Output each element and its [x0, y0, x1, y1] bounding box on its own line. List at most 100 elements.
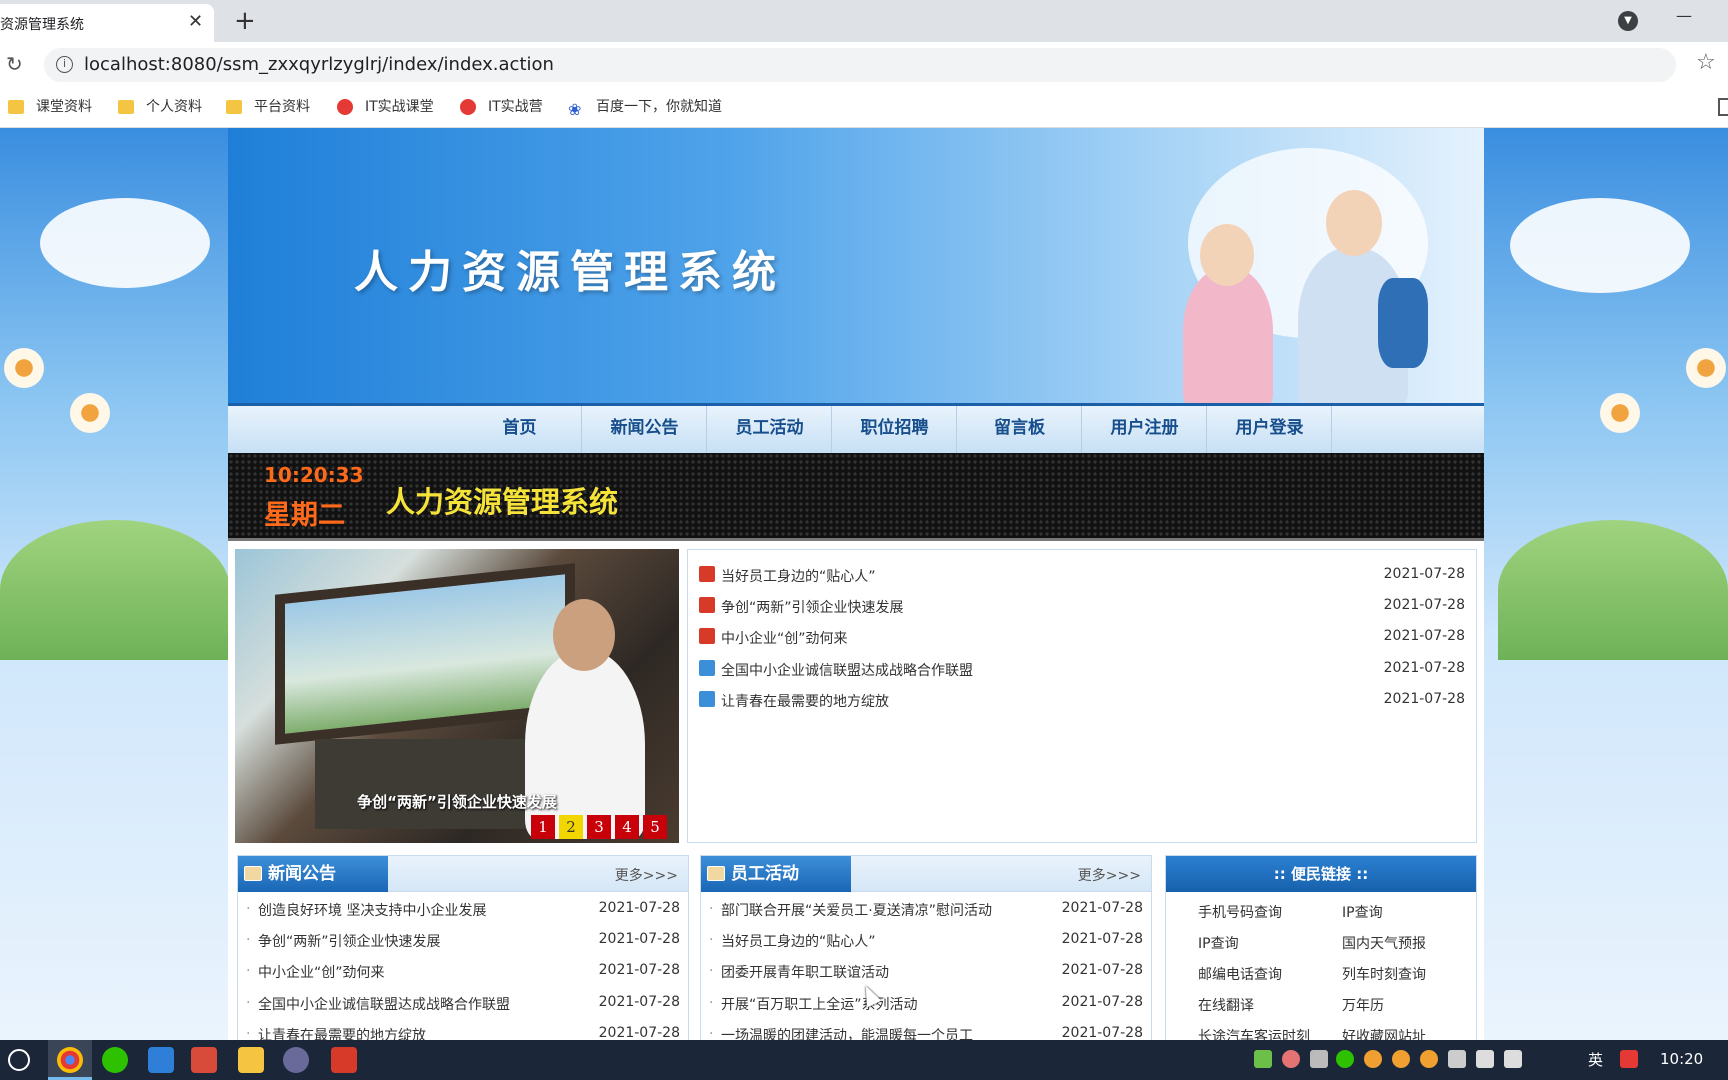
bookmark-item[interactable]: 个人资料: [118, 96, 202, 120]
activity-more-link[interactable]: 更多>>>: [1078, 865, 1141, 885]
list-item-title[interactable]: 一场温暖的团建活动，能温暖每一个员工: [721, 1025, 973, 1040]
tray-network-icon[interactable]: [1504, 1050, 1522, 1068]
list-item[interactable]: · 让青春在最需要的地方绽放 2021-07-28: [246, 1023, 680, 1040]
list-item[interactable]: · 部门联合开展“关爱员工·夏送清凉”慰问活动 2021-07-28: [709, 898, 1143, 922]
start-button[interactable]: [8, 1049, 30, 1071]
list-item-title[interactable]: 开展“百万职工上全运”系列活动: [721, 994, 918, 1014]
slider-page-button[interactable]: 4: [615, 815, 639, 839]
nav-login[interactable]: 用户登录: [1208, 406, 1332, 453]
slider-page-button[interactable]: 1: [531, 815, 555, 839]
tray-mic-icon[interactable]: [1310, 1050, 1328, 1068]
tray-battery-icon[interactable]: [1254, 1050, 1272, 1068]
nav-news[interactable]: 新闻公告: [583, 406, 707, 453]
minimize-icon[interactable]: —: [1676, 6, 1692, 25]
link-item[interactable]: 手机号码查询: [1198, 902, 1282, 922]
link-item[interactable]: 在线翻译: [1198, 995, 1254, 1015]
image-slider[interactable]: 争创“两新”引领企业快速发展 12345: [235, 549, 679, 843]
tray-qq-icon[interactable]: [1364, 1050, 1382, 1068]
list-item[interactable]: · 争创“两新”引领企业快速发展 2021-07-28: [246, 929, 680, 953]
slider-page-button-active[interactable]: 2: [559, 815, 583, 839]
reading-list-icon[interactable]: [1718, 98, 1728, 116]
url-field[interactable]: i localhost:8080/ssm_zxxqyrlzyglrj/index…: [44, 48, 1676, 82]
app-arrow-icon[interactable]: [148, 1047, 174, 1073]
headline-title[interactable]: 全国中小企业诚信联盟达成战略合作联盟: [721, 660, 973, 680]
browser-tab[interactable]: 资源管理系统 ✕: [0, 4, 214, 42]
news-box-title-text: 新闻公告: [268, 864, 336, 884]
link-item[interactable]: 万年历: [1342, 995, 1384, 1015]
link-item[interactable]: 邮编电话查询: [1198, 964, 1282, 984]
nav-jobs[interactable]: 职位招聘: [833, 406, 957, 453]
new-tab-icon[interactable]: +: [234, 6, 256, 36]
list-item-title[interactable]: 全国中小企业诚信联盟达成战略合作联盟: [258, 994, 510, 1014]
link-item[interactable]: 列车时刻查询: [1342, 964, 1426, 984]
tray-qq-icon[interactable]: [1392, 1050, 1410, 1068]
tray-battery-status-icon[interactable]: [1448, 1050, 1466, 1068]
list-item[interactable]: · 团委开展青年职工联谊活动 2021-07-28: [709, 960, 1143, 984]
headline-item[interactable]: 让青春在最需要的地方绽放 2021-07-28: [699, 689, 1465, 713]
list-item[interactable]: · 当好员工身边的“贴心人” 2021-07-28: [709, 929, 1143, 953]
chrome-icon[interactable]: [57, 1047, 83, 1073]
list-item-title[interactable]: 部门联合开展“关爱员工·夏送清凉”慰问活动: [721, 900, 992, 920]
taskbar-clock[interactable]: 10:20: [1660, 1050, 1703, 1068]
tray-sogou-icon[interactable]: [1620, 1050, 1638, 1068]
flower-decoration: [1686, 348, 1726, 388]
bullet-icon: ·: [709, 1026, 714, 1040]
input-language[interactable]: 英: [1588, 1049, 1603, 1070]
site-info-icon[interactable]: i: [56, 56, 73, 73]
student-boy-head: [1326, 190, 1382, 256]
list-item[interactable]: · 全国中小企业诚信联盟达成战略合作联盟 2021-07-28: [246, 992, 680, 1016]
list-item-title[interactable]: 当好员工身边的“贴心人”: [721, 931, 876, 951]
url-text[interactable]: localhost:8080/ssm_zxxqyrlzyglrj/index/i…: [84, 54, 554, 75]
headline-item[interactable]: 争创“两新”引领企业快速发展 2021-07-28: [699, 595, 1465, 619]
slider-page-button[interactable]: 3: [587, 815, 611, 839]
list-item[interactable]: · 中小企业“创”劲何来 2021-07-28: [246, 960, 680, 984]
bookmark-item[interactable]: ❀ 百度一下，你就知道: [568, 96, 722, 120]
list-item-title[interactable]: 让青春在最需要的地方绽放: [258, 1025, 426, 1040]
list-item-title[interactable]: 创造良好环境 坚决支持中小企业发展: [258, 900, 486, 920]
list-item[interactable]: · 创造良好环境 坚决支持中小企业发展 2021-07-28: [246, 898, 680, 922]
bookmark-star-icon[interactable]: ☆: [1696, 50, 1716, 75]
headline-title[interactable]: 让青春在最需要的地方绽放: [721, 691, 889, 711]
list-item-title[interactable]: 中小企业“创”劲何来: [258, 962, 385, 982]
tab-search-icon[interactable]: ▼: [1618, 11, 1638, 31]
bookmark-item[interactable]: IT实战课堂: [337, 96, 434, 120]
wechat-icon[interactable]: [102, 1047, 128, 1073]
link-item[interactable]: IP查询: [1198, 933, 1239, 953]
nav-activities[interactable]: 员工活动: [708, 406, 832, 453]
bookmark-item[interactable]: IT实战营: [460, 96, 543, 120]
list-item[interactable]: · 一场温暖的团建活动，能温暖每一个员工 2021-07-28: [709, 1023, 1143, 1040]
headline-item[interactable]: 中小企业“创”劲何来 2021-07-28: [699, 626, 1465, 650]
list-item-title[interactable]: 团委开展青年职工联谊活动: [721, 962, 889, 982]
reload-icon[interactable]: ↻: [6, 52, 23, 76]
tray-qq-icon[interactable]: [1420, 1050, 1438, 1068]
web-page: 人力资源管理系统 首页 新闻公告 员工活动 职位招聘 留言板 用户注册 用户登录…: [0, 128, 1728, 1040]
bookmark-item[interactable]: 课堂资料: [8, 96, 92, 120]
file-explorer-icon[interactable]: [238, 1047, 264, 1073]
tray-volume-icon[interactable]: [1476, 1050, 1494, 1068]
headline-title[interactable]: 当好员工身边的“贴心人”: [721, 566, 876, 586]
close-tab-icon[interactable]: ✕: [188, 11, 203, 32]
nav-guestbook[interactable]: 留言板: [958, 406, 1082, 453]
list-item-title[interactable]: 争创“两新”引领企业快速发展: [258, 931, 441, 951]
tray-app-icon[interactable]: [1282, 1050, 1300, 1068]
clock-weekday: 星期二: [264, 500, 345, 531]
link-item[interactable]: IP查询: [1342, 902, 1383, 922]
news-more-link[interactable]: 更多>>>: [615, 865, 678, 885]
list-item[interactable]: · 开展“百万职工上全运”系列活动 2021-07-28: [709, 992, 1143, 1016]
wps-icon[interactable]: [331, 1047, 357, 1073]
link-item[interactable]: 好收藏网站址: [1342, 1026, 1426, 1040]
nav-register[interactable]: 用户注册: [1083, 406, 1207, 453]
slider-caption[interactable]: 争创“两新”引领企业快速发展: [235, 791, 679, 812]
bookmark-item[interactable]: 平台资料: [226, 96, 310, 120]
link-item[interactable]: 国内天气预报: [1342, 933, 1426, 953]
slider-page-button[interactable]: 5: [643, 815, 667, 839]
headline-title[interactable]: 中小企业“创”劲何来: [721, 628, 848, 648]
tray-wechat-icon[interactable]: [1336, 1050, 1354, 1068]
nav-home[interactable]: 首页: [458, 406, 582, 453]
link-item[interactable]: 长途汽车客运时刻: [1198, 1026, 1310, 1040]
app-feather-icon[interactable]: [191, 1047, 217, 1073]
settings-gear-icon[interactable]: [283, 1047, 309, 1073]
headline-item[interactable]: 全国中小企业诚信联盟达成战略合作联盟 2021-07-28: [699, 658, 1465, 682]
headline-title[interactable]: 争创“两新”引领企业快速发展: [721, 597, 904, 617]
headline-item[interactable]: 当好员工身边的“贴心人” 2021-07-28: [699, 564, 1465, 588]
